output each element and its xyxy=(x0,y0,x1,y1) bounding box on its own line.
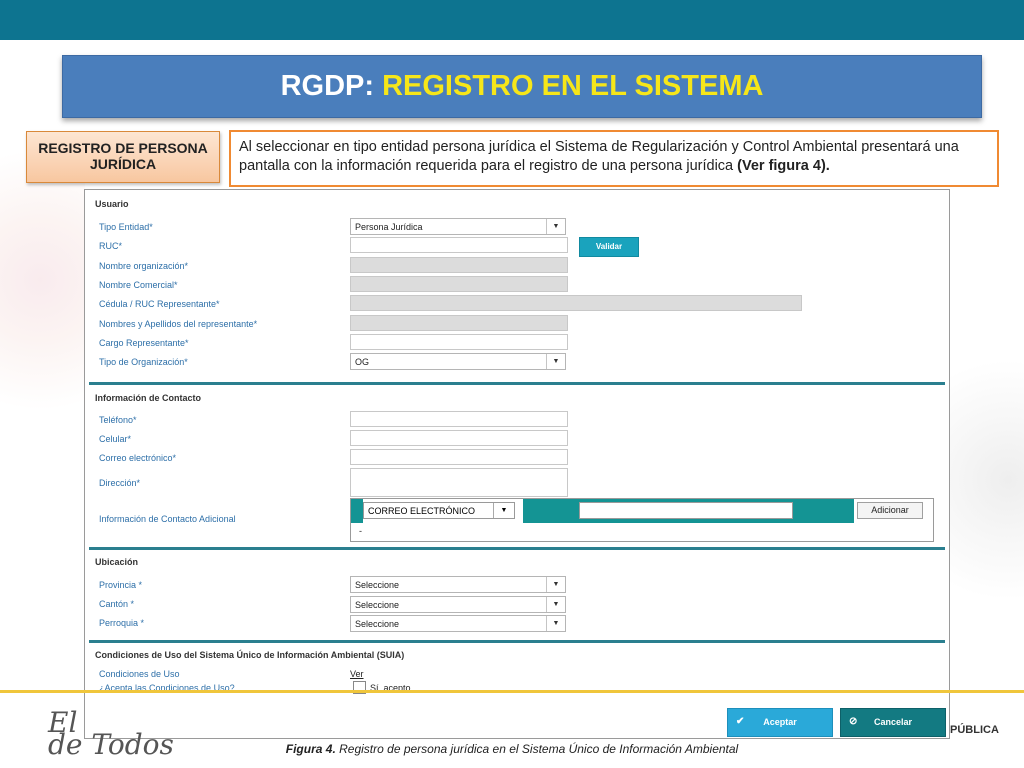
adicionar-button[interactable]: Adicionar xyxy=(857,502,923,519)
chevron-down-icon[interactable]: ▼ xyxy=(493,503,514,518)
label-nombre-comercial: Nombre Comercial* xyxy=(99,280,178,290)
input-nombre-organizacion[interactable] xyxy=(350,257,568,273)
section-divider-ubicacion xyxy=(89,547,945,550)
section-label-box: REGISTRO DE PERSONA JURÍDICA xyxy=(26,131,220,183)
caption-figure-number: Figura 4. xyxy=(285,742,336,756)
section-title-contacto: Información de Contacto xyxy=(95,393,202,403)
input-contacto-adicional[interactable] xyxy=(579,502,793,519)
chevron-down-icon[interactable]: ▼ xyxy=(546,597,565,612)
form-screenshot: Usuario Tipo Entidad* Persona Jurídica ▼… xyxy=(84,189,950,739)
select-contacto-adicional-value: CORREO ELECTRÓNICO xyxy=(368,506,476,516)
ver-condiciones-link[interactable]: Ver xyxy=(350,669,364,679)
label-nombres-representante: Nombres y Apellidos del representante* xyxy=(99,319,258,329)
slide-title: RGDP: REGISTRO EN EL SISTEMA xyxy=(63,56,981,117)
label-cargo-representante: Cargo Representante* xyxy=(99,338,189,348)
input-correo[interactable] xyxy=(350,449,568,465)
description-text: Al seleccionar en tipo entidad persona j… xyxy=(239,139,959,174)
input-nombres-representante[interactable] xyxy=(350,315,568,331)
chevron-down-icon[interactable]: ▼ xyxy=(546,616,565,631)
section-divider-condiciones xyxy=(89,640,945,643)
input-nombre-comercial[interactable] xyxy=(350,276,568,292)
select-provincia-value: Seleccione xyxy=(355,580,400,590)
section-divider-contacto xyxy=(89,382,945,385)
label-tipo-organizacion: Tipo de Organización* xyxy=(99,357,188,367)
label-parroquia: Perroquia * xyxy=(99,618,145,628)
label-ruc: RUC* xyxy=(99,241,123,251)
label-telefono: Teléfono* xyxy=(99,415,137,425)
aceptar-button[interactable]: ✔ Aceptar xyxy=(727,708,833,737)
label-celular: Celular* xyxy=(99,434,132,444)
chevron-down-icon[interactable]: ▼ xyxy=(546,577,565,592)
input-telefono[interactable] xyxy=(350,411,568,427)
input-ruc[interactable] xyxy=(350,237,568,253)
top-bar xyxy=(0,0,1024,40)
section-title-ubicacion: Ubicación xyxy=(95,557,139,567)
select-canton-value: Seleccione xyxy=(355,600,400,610)
label-condiciones-uso: Condiciones de Uso xyxy=(99,669,180,679)
section-title-condiciones: Condiciones de Uso del Sistema Único de … xyxy=(95,650,405,660)
label-tipo-entidad: Tipo Entidad* xyxy=(99,222,153,232)
label-nombre-organizacion: Nombre organización* xyxy=(99,261,189,271)
description-reference: (Ver figura 4). xyxy=(737,158,830,174)
input-cargo-representante[interactable] xyxy=(350,334,568,350)
decorative-background-right xyxy=(948,180,1024,700)
validar-button[interactable]: Validar xyxy=(579,237,639,257)
label-correo: Correo electrónico* xyxy=(99,453,177,463)
input-celular[interactable] xyxy=(350,430,568,446)
section-label-line2: JURÍDICA xyxy=(89,156,157,172)
section-title-usuario: Usuario xyxy=(95,199,129,209)
label-canton: Cantón * xyxy=(99,599,135,609)
footer-gold-line xyxy=(0,690,1024,693)
select-parroquia-value: Seleccione xyxy=(355,619,400,629)
title-prefix: RGDP: xyxy=(280,70,375,102)
figure-caption: Figura 4. Registro de persona jurídica e… xyxy=(0,742,1024,756)
label-contacto-adicional: Información de Contacto Adicional xyxy=(99,514,236,524)
input-cedula-ruc-representante[interactable] xyxy=(350,295,802,311)
label-direccion: Dirección* xyxy=(99,478,141,488)
select-tipo-organizacion[interactable]: OG ▼ xyxy=(350,353,566,370)
chevron-down-icon[interactable]: ▼ xyxy=(546,354,565,369)
contacto-adicional-panel: CORREO ELECTRÓNICO ▼ Adicionar - xyxy=(350,498,934,542)
select-parroquia[interactable]: Seleccione ▼ xyxy=(350,615,566,632)
select-tipo-organizacion-value: OG xyxy=(355,357,370,367)
textarea-direccion[interactable] xyxy=(350,468,568,497)
title-highlight: REGISTRO EN EL SISTEMA xyxy=(382,70,764,102)
logo-republica: PÚBLICA xyxy=(950,724,999,736)
caption-text: Registro de persona jurídica en el Siste… xyxy=(339,742,739,756)
select-tipo-entidad[interactable]: Persona Jurídica ▼ xyxy=(350,218,566,235)
description-box: Al seleccionar en tipo entidad persona j… xyxy=(229,130,999,187)
label-cedula-ruc-representante: Cédula / RUC Representante* xyxy=(99,299,220,309)
aceptar-button-label: Aceptar xyxy=(763,717,797,727)
label-provincia: Provincia * xyxy=(99,580,143,590)
cancelar-button-label: Cancelar xyxy=(873,717,913,727)
decorative-background-left xyxy=(0,130,85,690)
cancelar-button[interactable]: ⊘ Cancelar xyxy=(840,708,946,737)
select-tipo-entidad-value: Persona Jurídica xyxy=(355,222,423,232)
contacto-adicional-row: - xyxy=(359,526,362,536)
select-provincia[interactable]: Seleccione ▼ xyxy=(350,576,566,593)
select-contacto-adicional[interactable]: CORREO ELECTRÓNICO ▼ xyxy=(363,502,515,519)
section-label-line1: REGISTRO DE PERSONA xyxy=(38,140,208,156)
slide-title-band: RGDP: REGISTRO EN EL SISTEMA xyxy=(62,55,982,118)
description-paragraph: Al seleccionar en tipo entidad persona j… xyxy=(239,138,989,176)
chevron-down-icon[interactable]: ▼ xyxy=(546,219,565,234)
select-canton[interactable]: Seleccione ▼ xyxy=(350,596,566,613)
